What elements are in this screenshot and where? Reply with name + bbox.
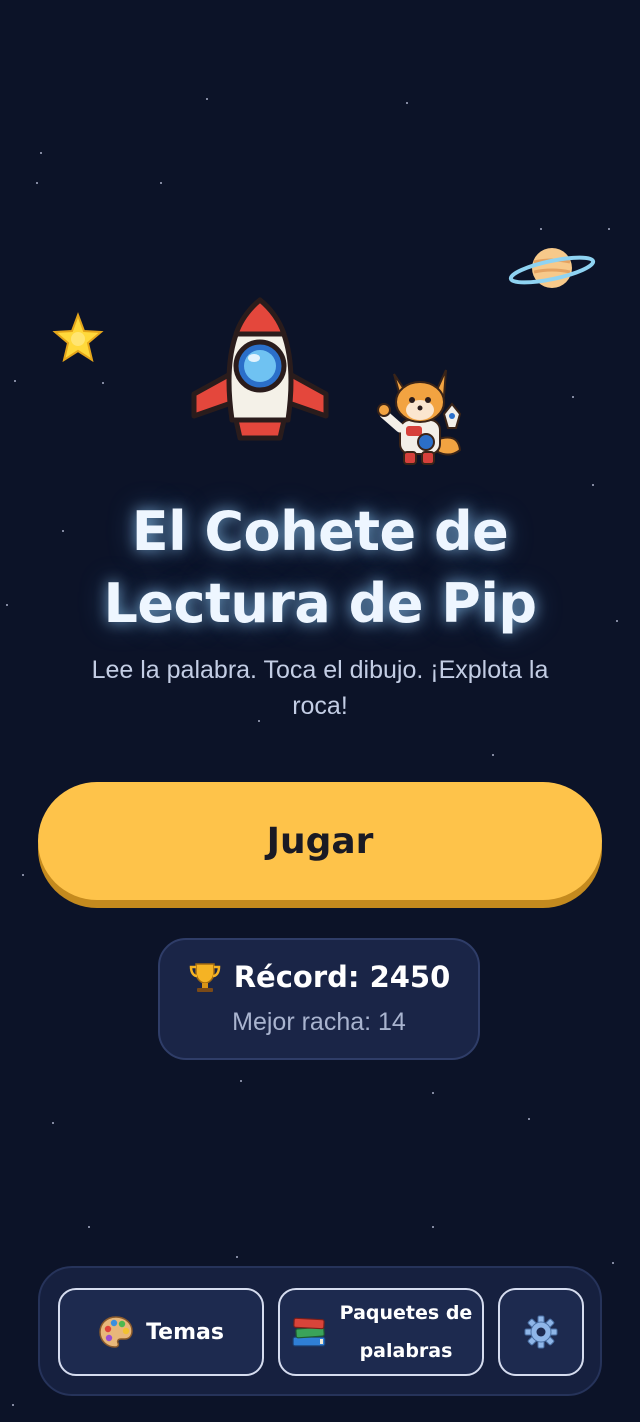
game-title-line-1: El Cohete de (131, 500, 509, 563)
star-dot (608, 228, 610, 230)
themes-label: Temas (146, 1319, 224, 1345)
game-title: El Cohete de Lectura de Pip (0, 496, 640, 640)
star-dot (236, 1256, 238, 1258)
star-dot (160, 182, 162, 184)
star-dot (540, 228, 542, 230)
star-dot (88, 1226, 90, 1228)
gear-icon (524, 1315, 558, 1349)
game-title-line-2: Lectura de Pip (103, 572, 538, 635)
record-card: Récord: 2450 Mejor racha: 14 (158, 938, 480, 1060)
subtitle-line-2: roca! (292, 692, 348, 720)
subtitle-line-1: Lee la palabra. Toca el dibujo. ¡Explota… (91, 656, 549, 684)
themes-button[interactable]: Temas (58, 1288, 264, 1376)
rocket-icon (191, 297, 329, 441)
books-icon (292, 1317, 326, 1347)
star-dot (40, 152, 42, 154)
star-dot (432, 1092, 434, 1094)
fox-astronaut-icon (377, 369, 462, 465)
star-dot (52, 1122, 54, 1124)
star-dot (406, 102, 408, 104)
star-dot (592, 484, 594, 486)
best-streak-label: Mejor racha: 14 (232, 1008, 406, 1036)
settings-button[interactable] (498, 1288, 584, 1376)
palette-icon (99, 1316, 133, 1348)
star-dot (492, 754, 494, 756)
word-packs-label: Paquetes de palabras (340, 1294, 473, 1370)
star-dot (102, 382, 104, 384)
star-dot (36, 182, 38, 184)
record-label: Récord: 2450 (233, 960, 451, 994)
star-dot (572, 396, 574, 398)
game-subtitle: Lee la palabra. Toca el dibujo. ¡Explota… (40, 652, 600, 724)
star-dot (12, 1404, 14, 1406)
star-dot (22, 874, 24, 876)
record-row: Récord: 2450 (160, 960, 478, 994)
star-dot (432, 1226, 434, 1228)
star-dot (528, 1118, 530, 1120)
star-dot (612, 1262, 614, 1264)
word-packs-label-line-2: palabras (359, 1340, 453, 1362)
star-dot (14, 380, 16, 382)
planet-icon (508, 248, 596, 288)
word-packs-button[interactable]: Paquetes de palabras (278, 1288, 484, 1376)
star-dot (206, 98, 208, 100)
star-icon (52, 312, 104, 363)
star-dot (240, 1080, 242, 1082)
trophy-icon (189, 963, 220, 992)
bottom-nav: Temas Paquetes de palabras (38, 1266, 602, 1396)
play-button[interactable]: Jugar (38, 782, 602, 900)
word-packs-label-line-1: Paquetes de (339, 1302, 473, 1324)
